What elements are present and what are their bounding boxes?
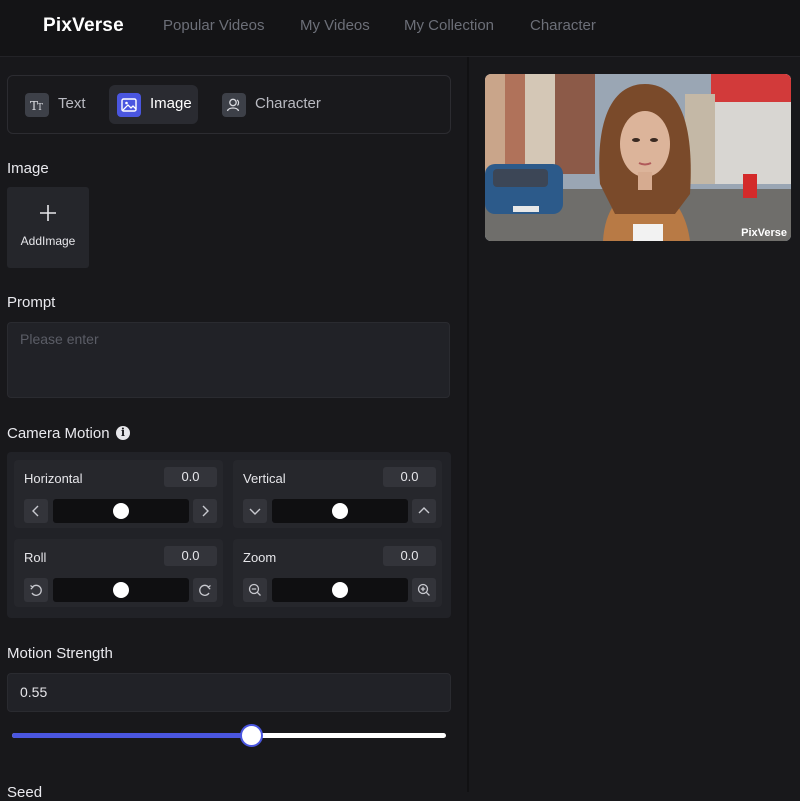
settings-panel: TT Text Image Character Image AddImage P…: [0, 57, 467, 801]
camera-motion-grid: Horizontal 0.0 Vertical 0.0 Roll 0.0 Zoo…: [7, 452, 451, 618]
chevron-left-icon[interactable]: [24, 499, 48, 523]
camera-control-horizontal: Horizontal 0.0: [14, 460, 223, 528]
mode-tabs: TT Text Image Character: [7, 75, 451, 134]
zoom-in-icon[interactable]: [412, 578, 436, 602]
slider-knob[interactable]: [332, 582, 348, 598]
vertical-slider[interactable]: [272, 499, 408, 523]
image-icon: [117, 93, 141, 117]
control-name: Vertical: [243, 471, 286, 486]
slider-knob[interactable]: [332, 503, 348, 519]
camera-motion-label: Camera Motion: [7, 425, 110, 442]
top-bar: PixVerse Popular Videos My Videos My Col…: [0, 0, 800, 57]
zoom-out-icon[interactable]: [243, 578, 267, 602]
slider-thumb[interactable]: [239, 724, 263, 747]
tab-character-label: Character: [255, 95, 321, 112]
camera-control-vertical: Vertical 0.0: [233, 460, 442, 528]
character-icon: [222, 93, 246, 117]
rotate-ccw-icon[interactable]: [24, 578, 48, 602]
chevron-right-icon[interactable]: [193, 499, 217, 523]
roll-slider[interactable]: [53, 578, 189, 602]
info-icon[interactable]: i: [116, 426, 130, 440]
svg-text:T: T: [37, 103, 43, 113]
horizontal-slider[interactable]: [53, 499, 189, 523]
control-name: Zoom: [243, 550, 277, 565]
control-value[interactable]: 0.0: [383, 546, 436, 566]
prompt-input[interactable]: [7, 322, 450, 398]
rotate-cw-icon[interactable]: [193, 578, 217, 602]
logo[interactable]: PixVerse: [43, 15, 124, 37]
text-icon: TT: [25, 93, 49, 117]
image-label: Image: [7, 160, 49, 177]
nav-character[interactable]: Character: [530, 17, 596, 34]
watermark: PixVerse: [741, 227, 787, 239]
control-name: Horizontal: [24, 471, 83, 486]
tab-character[interactable]: Character: [214, 85, 332, 124]
zoom-slider[interactable]: [272, 578, 408, 602]
seed-label: Seed: [7, 784, 43, 801]
slider-knob[interactable]: [113, 582, 129, 598]
motion-strength-slider[interactable]: [12, 724, 446, 747]
preview-video[interactable]: PixVerse: [485, 74, 791, 241]
tab-image-label: Image: [150, 95, 192, 112]
control-value[interactable]: 0.0: [383, 467, 436, 487]
add-image-label: AddImage: [20, 234, 76, 248]
nav-my-collection[interactable]: My Collection: [404, 17, 494, 34]
plus-icon: [7, 201, 89, 229]
control-value[interactable]: 0.0: [164, 467, 217, 487]
slider-knob[interactable]: [113, 503, 129, 519]
tab-image[interactable]: Image: [109, 85, 198, 124]
camera-control-roll: Roll 0.0: [14, 539, 223, 607]
add-image-button[interactable]: AddImage: [7, 187, 89, 268]
preview-image: [485, 74, 791, 241]
tab-text[interactable]: TT Text: [17, 85, 99, 124]
control-value[interactable]: 0.0: [164, 546, 217, 566]
camera-control-zoom: Zoom 0.0: [233, 539, 442, 607]
nav-my-videos[interactable]: My Videos: [300, 17, 370, 34]
prompt-label: Prompt: [7, 294, 56, 311]
chevron-down-icon[interactable]: [243, 499, 267, 523]
motion-strength-label: Motion Strength: [7, 645, 113, 662]
preview-panel: PixVerse: [469, 57, 800, 792]
control-name: Roll: [24, 550, 47, 565]
tab-text-label: Text: [58, 95, 86, 112]
slider-fill: [12, 733, 251, 738]
nav-popular-videos[interactable]: Popular Videos: [163, 17, 264, 34]
motion-strength-input[interactable]: 0.55: [7, 673, 451, 712]
chevron-up-icon[interactable]: [412, 499, 436, 523]
